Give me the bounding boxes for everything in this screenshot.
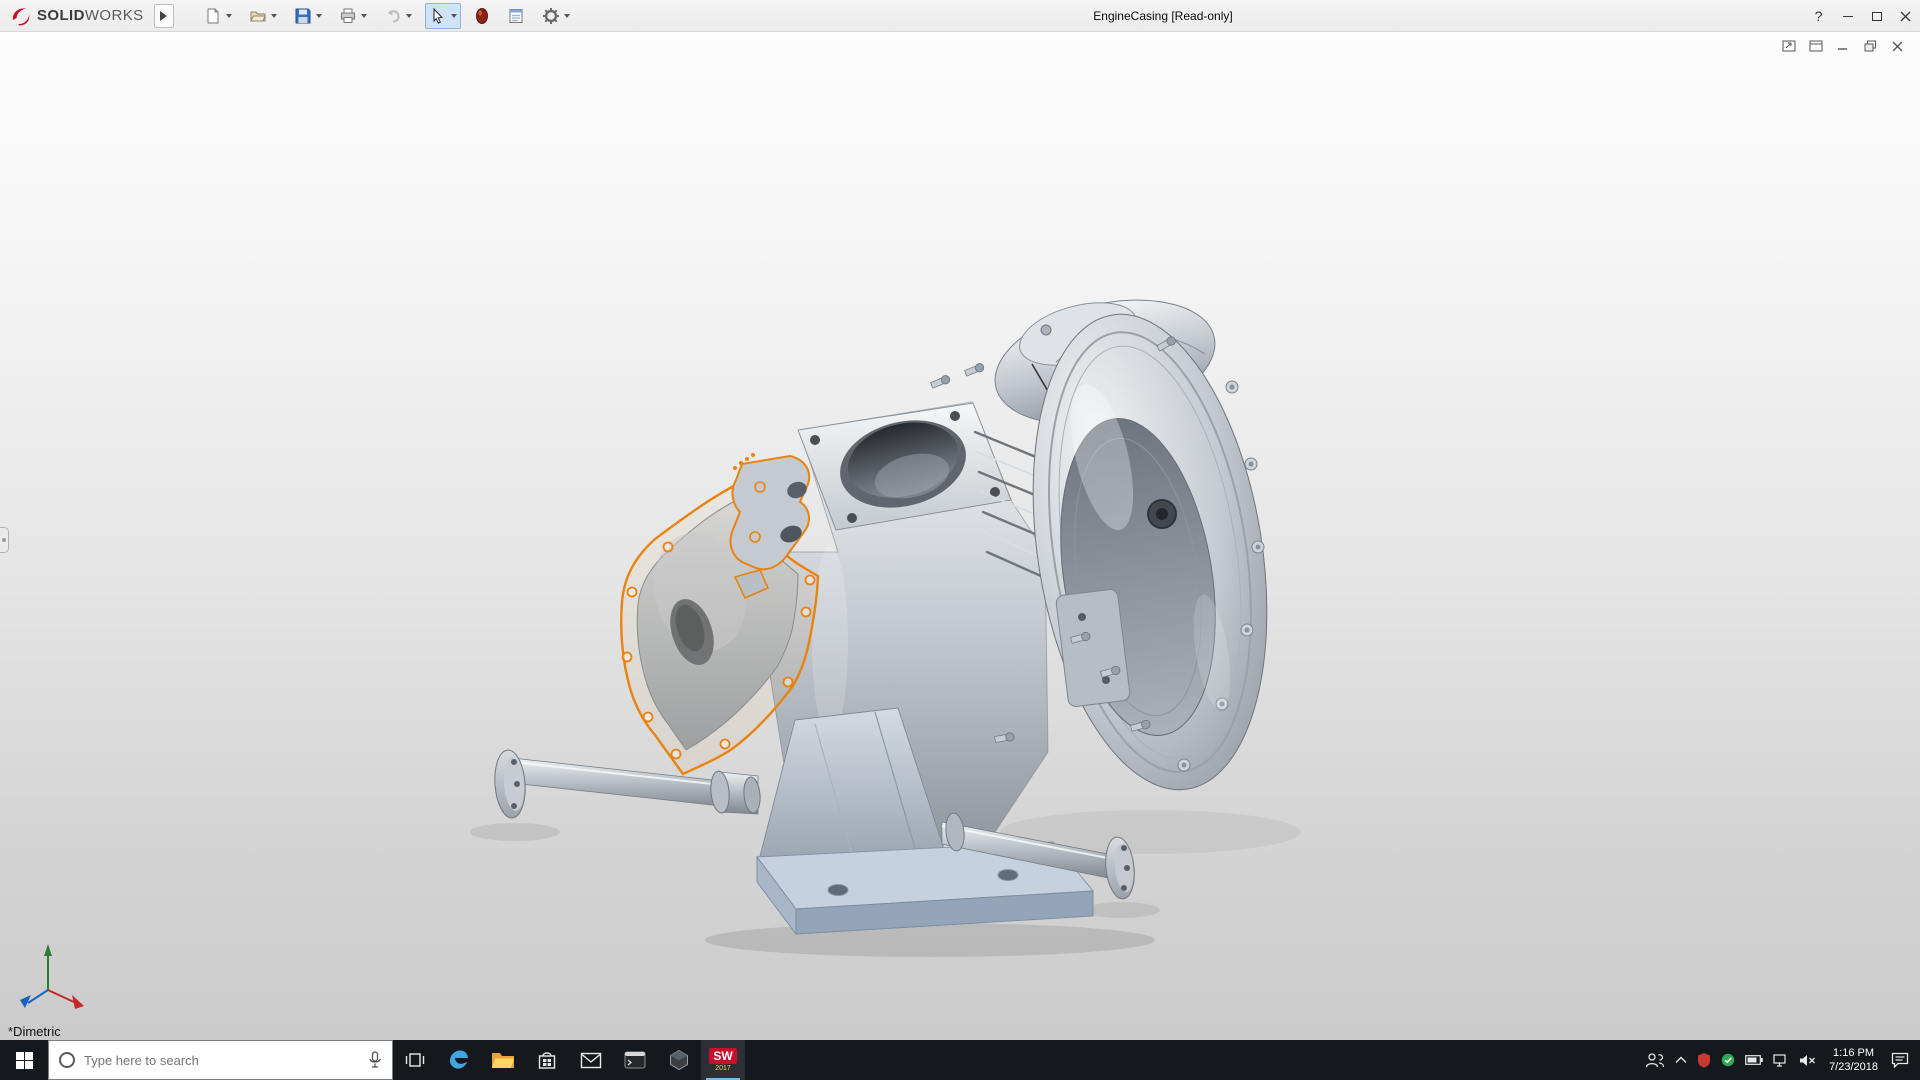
desktop: { "titlebar": { "brand_solid": "SOLID", … xyxy=(0,0,1920,1080)
taskbar-search[interactable] xyxy=(48,1040,393,1080)
new-document-icon xyxy=(207,8,219,23)
battery-tray-icon[interactable] xyxy=(1740,1040,1768,1080)
menu-flyout-arrow[interactable] xyxy=(153,3,174,28)
quick-access-toolbar xyxy=(200,2,574,29)
open-dropdown[interactable] xyxy=(270,13,277,18)
close-button[interactable] xyxy=(1891,0,1920,32)
save-icon xyxy=(295,8,311,23)
undo-button[interactable] xyxy=(380,3,416,29)
graphics-area[interactable]: *Dimetric xyxy=(0,32,1920,1040)
new-document-dropdown[interactable] xyxy=(225,13,232,18)
clock-date: 7/23/2018 xyxy=(1829,1061,1878,1073)
start-button[interactable] xyxy=(0,1040,48,1080)
view-orientation-label: *Dimetric xyxy=(8,1024,61,1039)
task-view-button[interactable] xyxy=(393,1040,437,1080)
action-center-icon xyxy=(1891,1052,1909,1068)
save-button[interactable] xyxy=(290,3,326,29)
options-dropdown[interactable] xyxy=(563,13,570,18)
model-left-shaft[interactable] xyxy=(493,749,762,819)
orientation-triad xyxy=(20,944,84,1009)
save-dropdown[interactable] xyxy=(315,13,322,18)
flyout-triangle-icon xyxy=(160,10,168,21)
microphone-icon[interactable] xyxy=(368,1051,382,1069)
file-explorer-icon xyxy=(492,1053,514,1068)
hexagon-app-icon xyxy=(670,1049,688,1071)
options-gear-icon xyxy=(542,7,559,24)
doc-window-control-b[interactable] xyxy=(1807,38,1825,54)
panel-collapse-handle[interactable] xyxy=(0,527,9,553)
taskbar: SW 2017 xyxy=(0,1040,1920,1080)
console-icon xyxy=(624,1051,646,1069)
taskbar-app-file-explorer[interactable] xyxy=(481,1040,525,1080)
volume-tray-icon[interactable] xyxy=(1794,1040,1821,1080)
open-button[interactable] xyxy=(245,3,281,29)
titlebar: SOLIDWORKS EngineCasing [Read-only] ? xyxy=(0,0,1920,32)
document-window-controls xyxy=(1780,38,1906,54)
search-input[interactable] xyxy=(84,1052,359,1068)
maximize-icon xyxy=(1871,11,1882,21)
doc-window-control-a[interactable] xyxy=(1780,38,1798,54)
people-button[interactable] xyxy=(1640,1040,1670,1080)
store-icon xyxy=(538,1052,556,1069)
file-properties-icon xyxy=(509,8,523,23)
doc-minimize-button[interactable] xyxy=(1834,38,1852,54)
appearance-icon xyxy=(475,7,488,24)
minimize-button[interactable] xyxy=(1833,0,1862,32)
options-button[interactable] xyxy=(538,3,574,29)
brand-text: SOLIDWORKS xyxy=(37,7,144,24)
taskbar-app-hexagon[interactable] xyxy=(657,1040,701,1080)
print-button[interactable] xyxy=(335,3,371,29)
solidworks-logo-icon xyxy=(12,7,30,25)
file-properties-button[interactable] xyxy=(503,3,529,29)
taskbar-app-edge[interactable] xyxy=(437,1040,481,1080)
select-cursor-icon xyxy=(433,7,443,24)
taskbar-clock[interactable]: 1:16 PM 7/23/2018 xyxy=(1821,1046,1886,1074)
doc-close-button[interactable] xyxy=(1888,38,1906,54)
help-button[interactable]: ? xyxy=(1804,0,1833,32)
windows-logo-icon xyxy=(15,1051,33,1069)
status-tray-icon[interactable] xyxy=(1716,1040,1740,1080)
chevron-up-icon xyxy=(1675,1056,1687,1063)
select-button[interactable] xyxy=(424,2,461,29)
taskbar-app-store[interactable] xyxy=(525,1040,569,1080)
engine-casing-model[interactable] xyxy=(0,32,1920,1040)
tray-overflow-button[interactable] xyxy=(1670,1040,1692,1080)
antivirus-tray-icon[interactable] xyxy=(1692,1040,1716,1080)
doc-restore-button[interactable] xyxy=(1861,38,1879,54)
undo-icon xyxy=(387,9,400,22)
taskbar-app-mail[interactable] xyxy=(569,1040,613,1080)
document-title: EngineCasing [Read-only] xyxy=(1093,8,1233,23)
edge-icon xyxy=(450,1050,468,1069)
appearance-button[interactable] xyxy=(470,3,494,29)
print-icon xyxy=(340,8,355,23)
action-center-button[interactable] xyxy=(1886,1040,1914,1080)
solidworks-brand: SOLIDWORKS xyxy=(0,5,144,27)
taskbar-app-console[interactable] xyxy=(613,1040,657,1080)
print-dropdown[interactable] xyxy=(360,13,367,18)
new-document-button[interactable] xyxy=(200,3,236,29)
solidworks-2017-icon: SW 2017 xyxy=(709,1048,737,1072)
close-icon xyxy=(1900,11,1911,21)
maximize-button[interactable] xyxy=(1862,0,1891,32)
cortana-icon xyxy=(59,1052,75,1068)
open-icon xyxy=(249,11,266,21)
select-dropdown[interactable] xyxy=(450,13,457,18)
system-tray: 1:16 PM 7/23/2018 xyxy=(1640,1040,1920,1080)
task-view-icon xyxy=(405,1053,425,1067)
clock-time: 1:16 PM xyxy=(1833,1047,1875,1059)
taskbar-app-solidworks[interactable]: SW 2017 xyxy=(701,1040,745,1080)
undo-dropdown[interactable] xyxy=(405,13,412,18)
mail-icon xyxy=(580,1052,602,1068)
network-tray-icon[interactable] xyxy=(1768,1040,1794,1080)
people-icon xyxy=(1645,1053,1665,1068)
minimize-icon xyxy=(1842,15,1853,17)
window-controls: ? xyxy=(1804,0,1920,32)
